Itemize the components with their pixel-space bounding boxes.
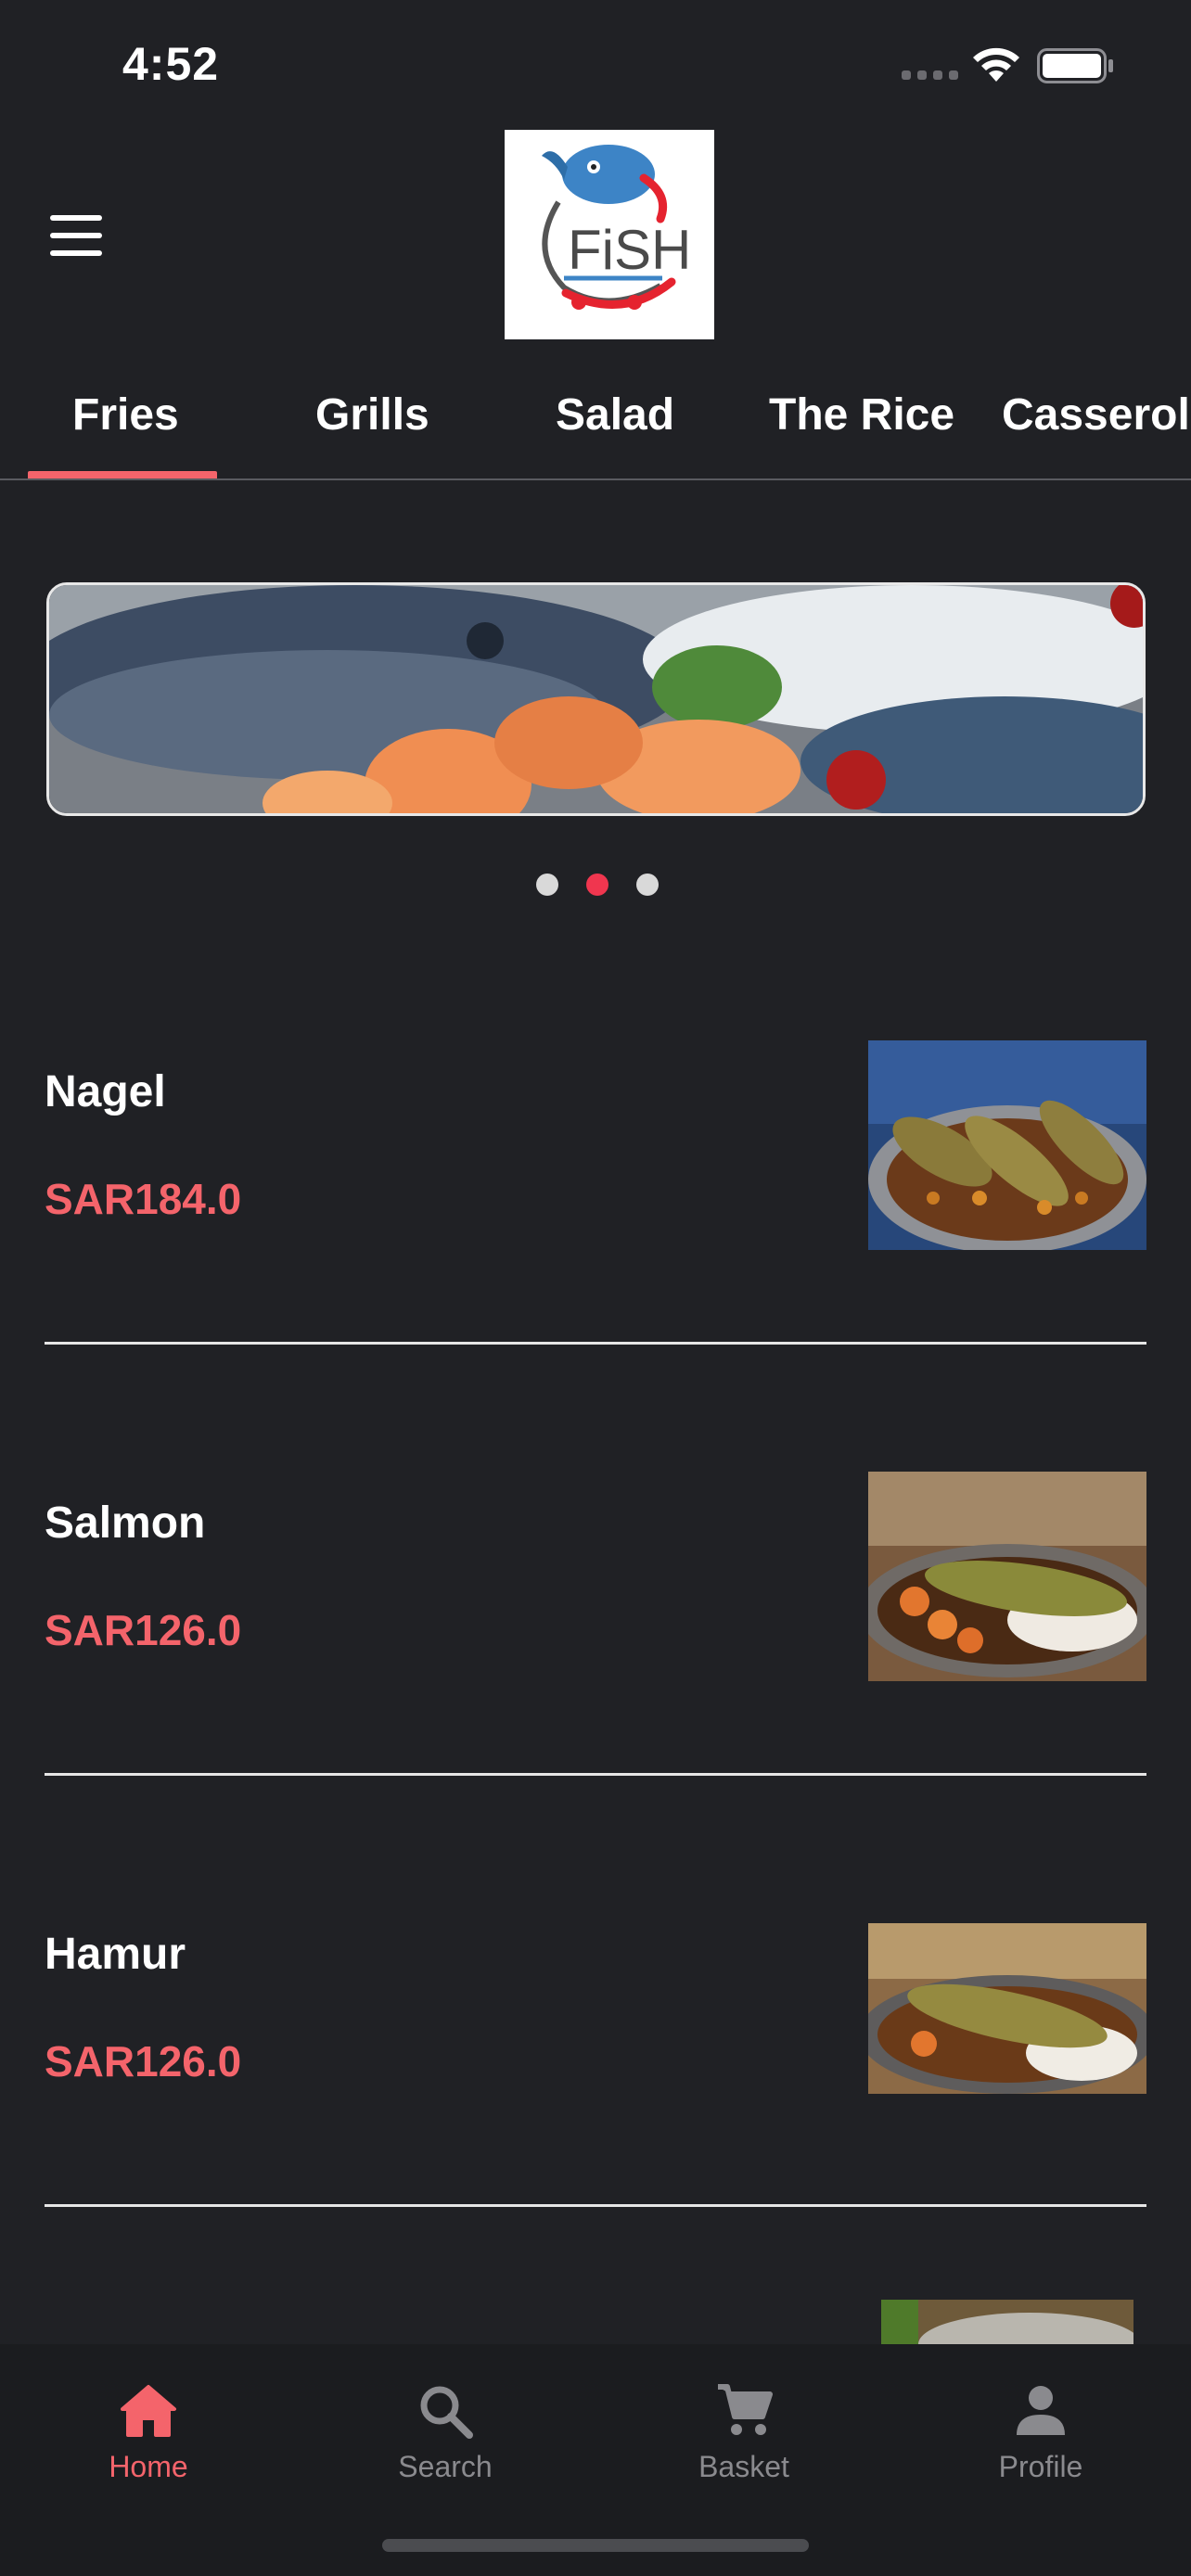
nav-basket[interactable]: Basket	[651, 2363, 837, 2511]
nav-label: Home	[109, 2450, 188, 2483]
status-time: 4:52	[122, 38, 220, 90]
item-image	[868, 1472, 1146, 1681]
cart-icon	[718, 2384, 773, 2435]
carousel-dot[interactable]	[536, 874, 558, 896]
nav-label: Profile	[998, 2450, 1083, 2483]
battery-icon	[1037, 48, 1113, 83]
nav-search[interactable]: Search	[352, 2363, 538, 2511]
tab-the-rice[interactable]: The Rice	[769, 389, 954, 440]
nav-label: Basket	[698, 2450, 789, 2483]
carousel-dot[interactable]	[636, 874, 659, 896]
item-name: Nagel	[45, 1067, 166, 1116]
wifi-icon	[973, 47, 1019, 82]
nav-label: Search	[398, 2450, 493, 2483]
menu-item-hamur[interactable]: Hamur SAR126.0	[45, 1901, 1146, 2114]
item-image	[868, 1923, 1146, 2094]
fish-logo: FiSH	[505, 130, 714, 339]
tab-grills[interactable]: Grills	[315, 389, 429, 440]
divider	[45, 1773, 1146, 1776]
nav-home[interactable]: Home	[56, 2363, 241, 2511]
item-price: SAR126.0	[45, 2037, 242, 2085]
home-indicator[interactable]	[382, 2539, 809, 2552]
item-price: SAR126.0	[45, 1606, 242, 1654]
item-name: Salmon	[45, 1498, 206, 1548]
tab-fries[interactable]: Fries	[72, 389, 179, 440]
cellular-signal-icon	[902, 70, 958, 80]
status-bar: 4:52	[0, 0, 1191, 130]
tab-salad[interactable]: Salad	[556, 389, 674, 440]
menu-button[interactable]	[50, 215, 106, 256]
item-name: Hamur	[45, 1930, 186, 1979]
search-icon	[420, 2386, 473, 2439]
tab-casserole[interactable]: Casserole	[1002, 389, 1191, 440]
menu-item-nagel[interactable]: Nagel SAR184.0	[45, 1039, 1146, 1252]
carousel-dots	[536, 874, 659, 896]
divider	[45, 1342, 1146, 1345]
divider	[45, 2204, 1146, 2207]
promo-banner[interactable]	[46, 582, 1146, 816]
category-tabs: Fries Grills Salad The Rice Casserole	[0, 358, 1191, 480]
carousel-dot-active[interactable]	[586, 874, 608, 896]
person-icon	[1017, 2386, 1065, 2435]
nav-profile[interactable]: Profile	[948, 2363, 1133, 2511]
menu-item-salmon[interactable]: Salmon SAR126.0	[45, 1470, 1146, 1683]
item-image	[868, 1040, 1146, 1250]
logo-text: FiSH	[568, 219, 691, 281]
item-price: SAR184.0	[45, 1175, 242, 1223]
home-icon	[121, 2385, 176, 2437]
item-image-partial	[881, 2300, 1133, 2344]
active-tab-indicator	[28, 471, 217, 478]
